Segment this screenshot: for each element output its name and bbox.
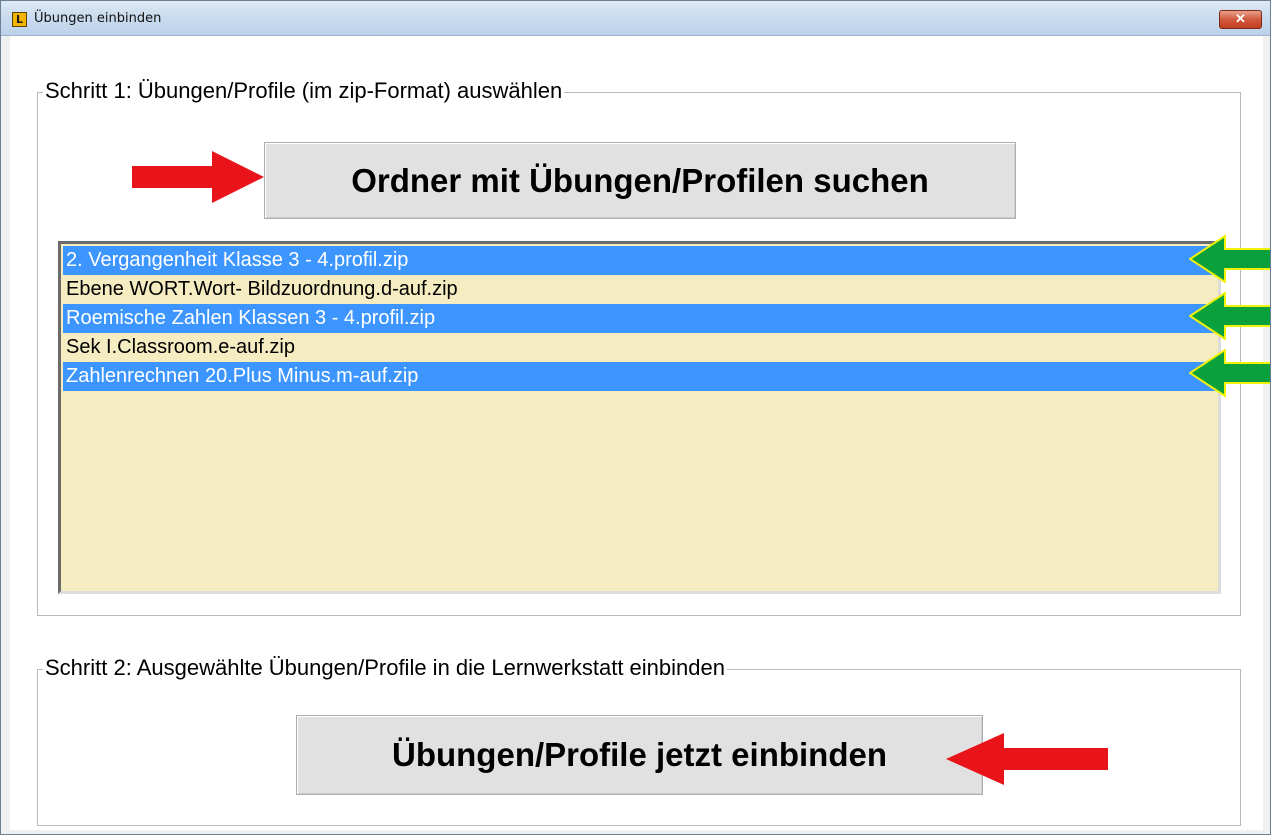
- close-button[interactable]: ✕: [1219, 10, 1262, 29]
- red-arrow-right-icon: [132, 151, 264, 203]
- file-list-item[interactable]: Ebene WORT.Wort- Bildzuordnung.d-auf.zip: [63, 275, 1218, 304]
- dialog-window: L Übungen einbinden ✕ Schritt 1: Übungen…: [0, 0, 1271, 835]
- file-list-item[interactable]: 2. Vergangenheit Klasse 3 - 4.profil.zip: [63, 246, 1218, 275]
- step1-legend: Schritt 1: Übungen/Profile (im zip-Forma…: [43, 78, 565, 104]
- green-arrow-left-icon: [1189, 349, 1270, 397]
- title-bar[interactable]: L Übungen einbinden ✕: [1, 1, 1270, 36]
- red-arrow-left-icon: [946, 733, 1108, 785]
- app-logo-icon: L: [12, 12, 27, 27]
- window-title: Übungen einbinden: [34, 11, 162, 26]
- file-list-item[interactable]: Sek I.Classroom.e-auf.zip: [63, 333, 1218, 362]
- file-list-item[interactable]: Zahlenrechnen 20.Plus Minus.m-auf.zip: [63, 362, 1218, 391]
- green-arrow-left-icon: [1189, 235, 1270, 283]
- green-arrow-left-icon: [1189, 292, 1270, 340]
- file-listbox[interactable]: 2. Vergangenheit Klasse 3 - 4.profil.zip…: [58, 241, 1221, 594]
- close-icon: ✕: [1235, 11, 1246, 26]
- file-list-item[interactable]: Roemische Zahlen Klassen 3 - 4.profil.zi…: [63, 304, 1218, 333]
- browse-folder-button[interactable]: Ordner mit Übungen/Profilen suchen: [264, 142, 1016, 219]
- import-now-button[interactable]: Übungen/Profile jetzt einbinden: [296, 715, 983, 795]
- step2-legend: Schritt 2: Ausgewählte Übungen/Profile i…: [43, 655, 727, 681]
